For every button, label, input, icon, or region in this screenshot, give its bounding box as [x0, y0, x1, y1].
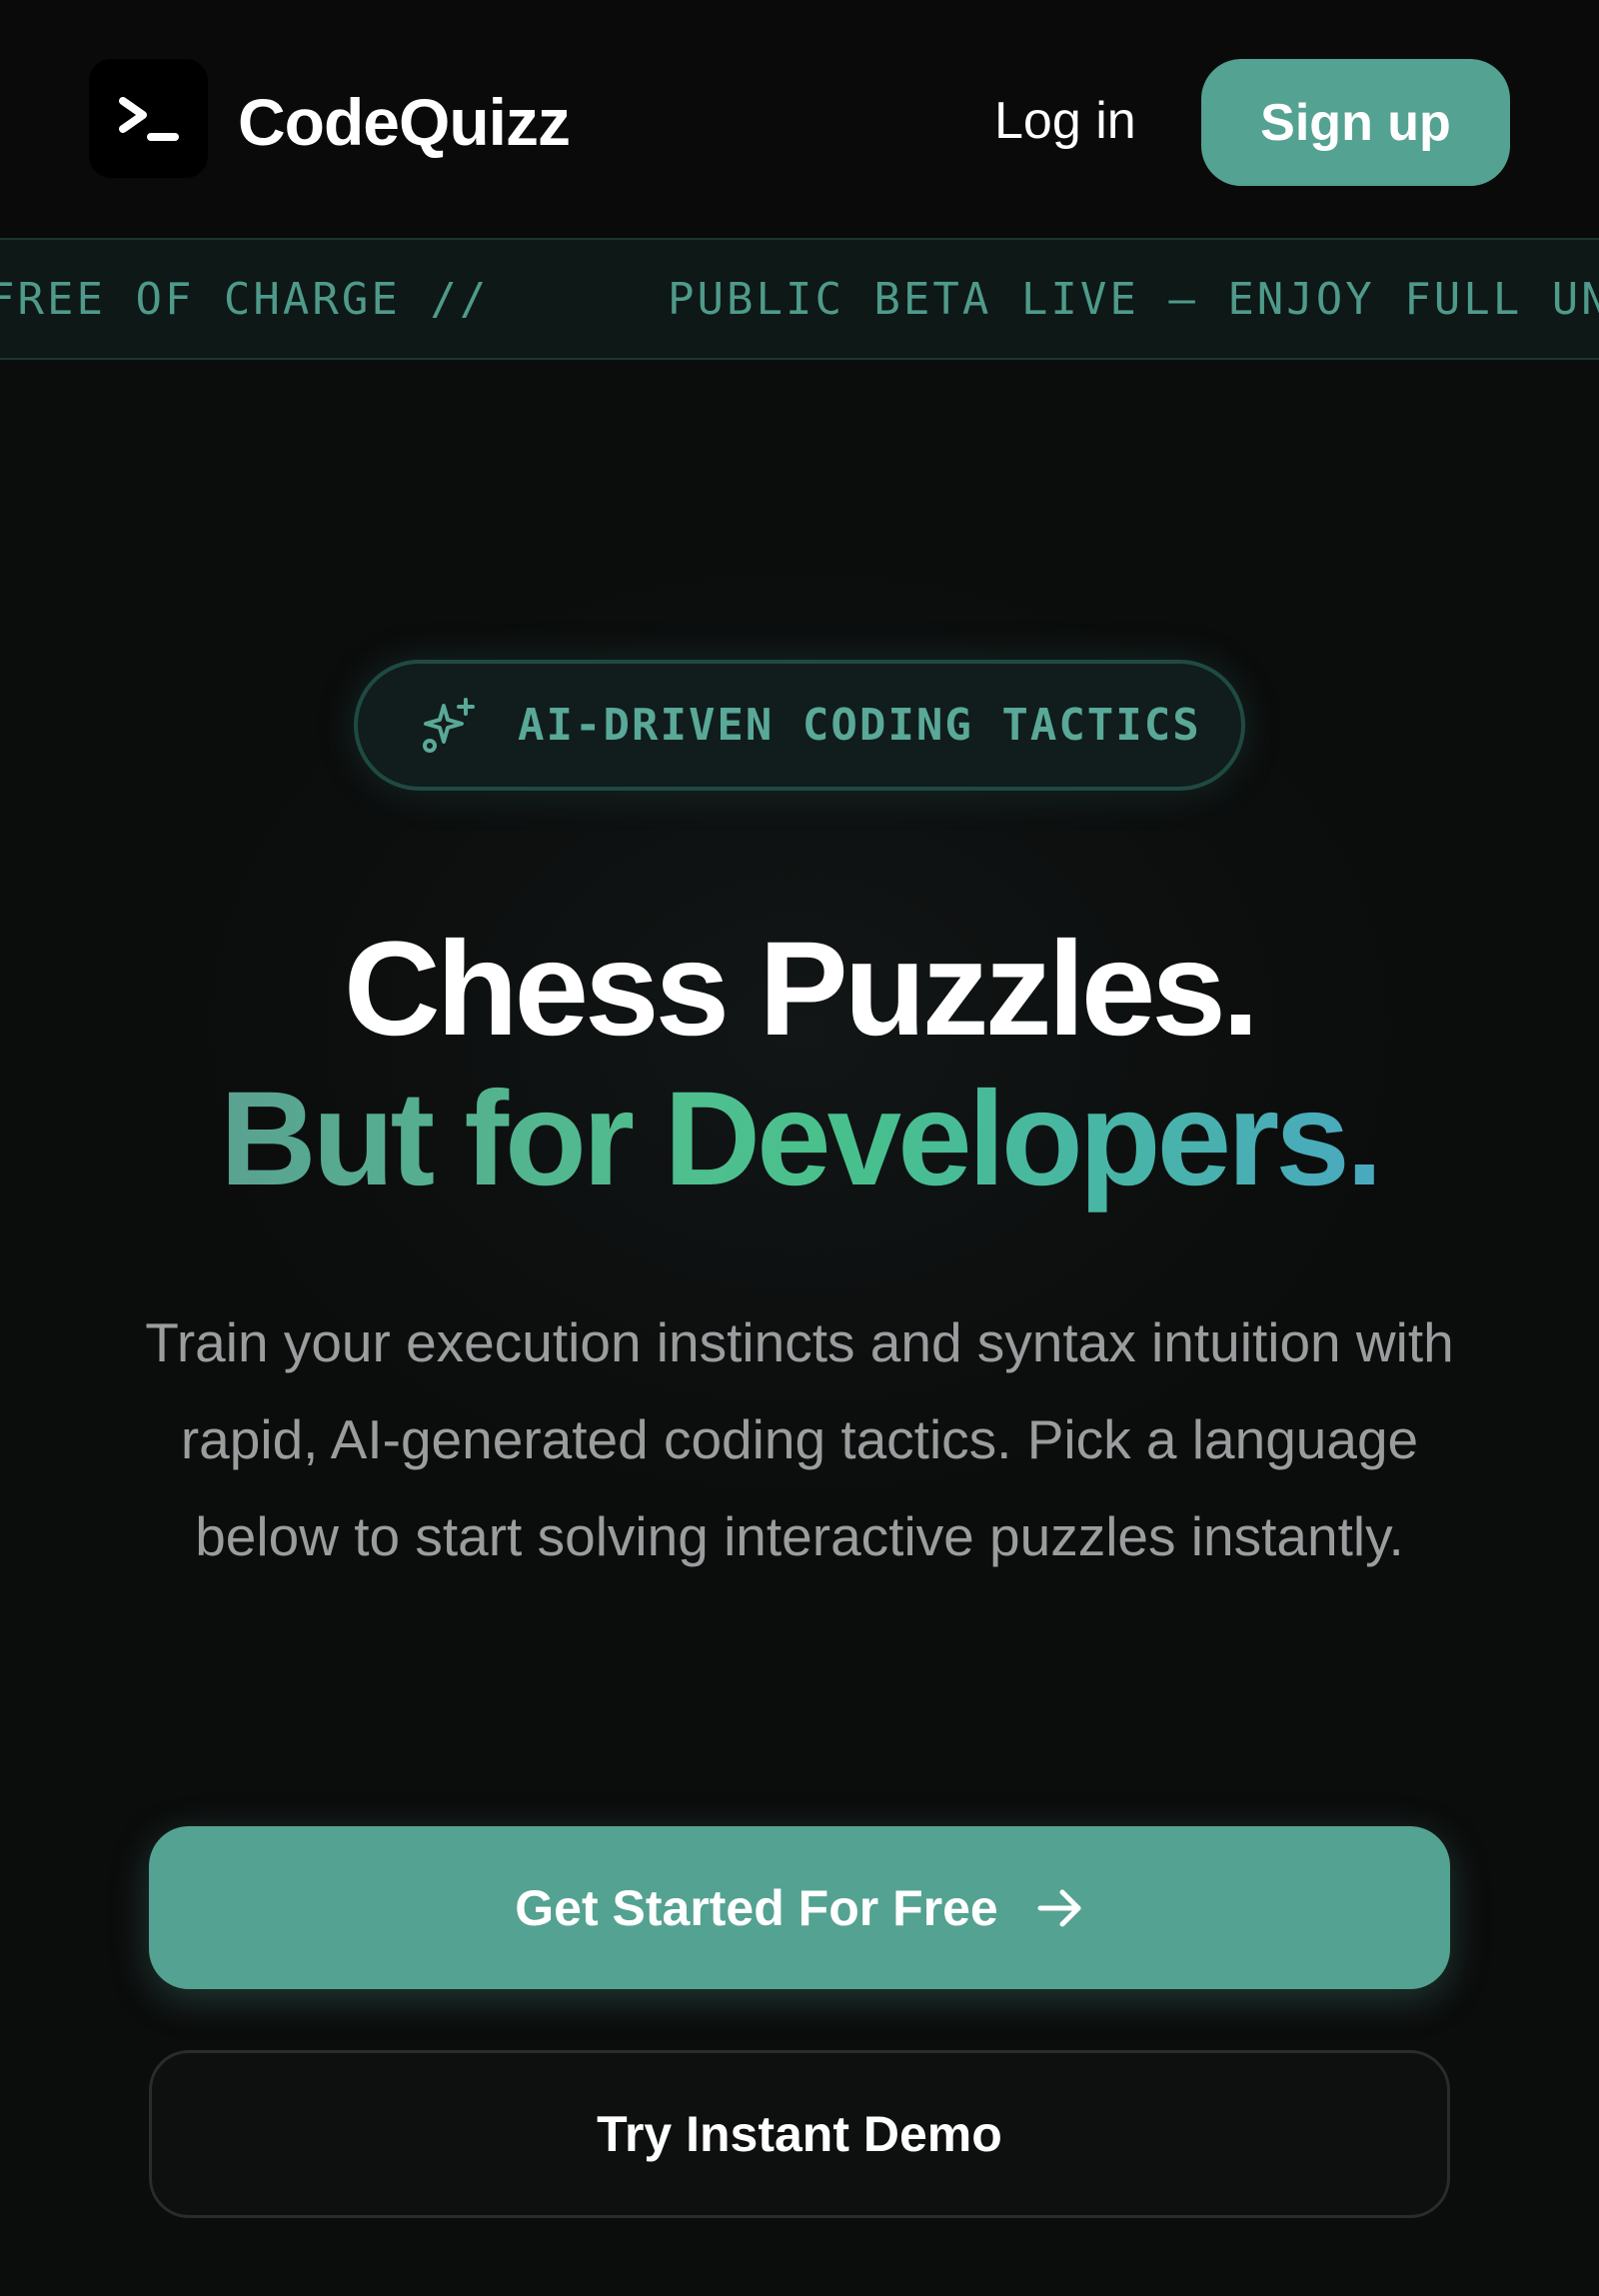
try-demo-label: Try Instant Demo [597, 2106, 1002, 2162]
marquee-text: FREE OF CHARGE // [0, 273, 490, 325]
badge-label: AI-DRIVEN CODING TACTICS [518, 700, 1201, 751]
arrow-right-icon [1036, 1886, 1084, 1930]
hero-title-line1: Chess Puzzles. [343, 915, 1259, 1064]
try-demo-button[interactable]: Try Instant Demo [149, 2050, 1450, 2218]
feature-badge: AI-DRIVEN CODING TACTICS [354, 660, 1245, 791]
signup-button[interactable]: Sign up [1201, 59, 1510, 186]
login-link[interactable]: Log in [994, 88, 1136, 154]
get-started-label: Get Started For Free [515, 1879, 998, 1936]
landing-page: CodeQuizz Log in Sign up FREE OF CHARGE … [0, 0, 1599, 2296]
marquee-text: PUBLIC BETA LIVE — ENJOY FULL UN [668, 273, 1599, 325]
brand-name[interactable]: CodeQuizz [238, 84, 571, 160]
get-started-button[interactable]: Get Started For Free [149, 1826, 1450, 1989]
hero-title-gradient-text: But for Developers. [219, 1065, 1383, 1213]
hero-title-line2: But for Developers. [0, 1065, 1599, 1214]
top-nav: CodeQuizz Log in Sign up [0, 0, 1599, 238]
announcement-marquee: FREE OF CHARGE // PUBLIC BETA LIVE — ENJ… [0, 238, 1599, 360]
hero-subtitle: Train your execution instincts and synta… [145, 1311, 1454, 1567]
terminal-icon [118, 96, 179, 141]
sparkles-icon [423, 698, 475, 753]
logo[interactable] [89, 59, 208, 178]
